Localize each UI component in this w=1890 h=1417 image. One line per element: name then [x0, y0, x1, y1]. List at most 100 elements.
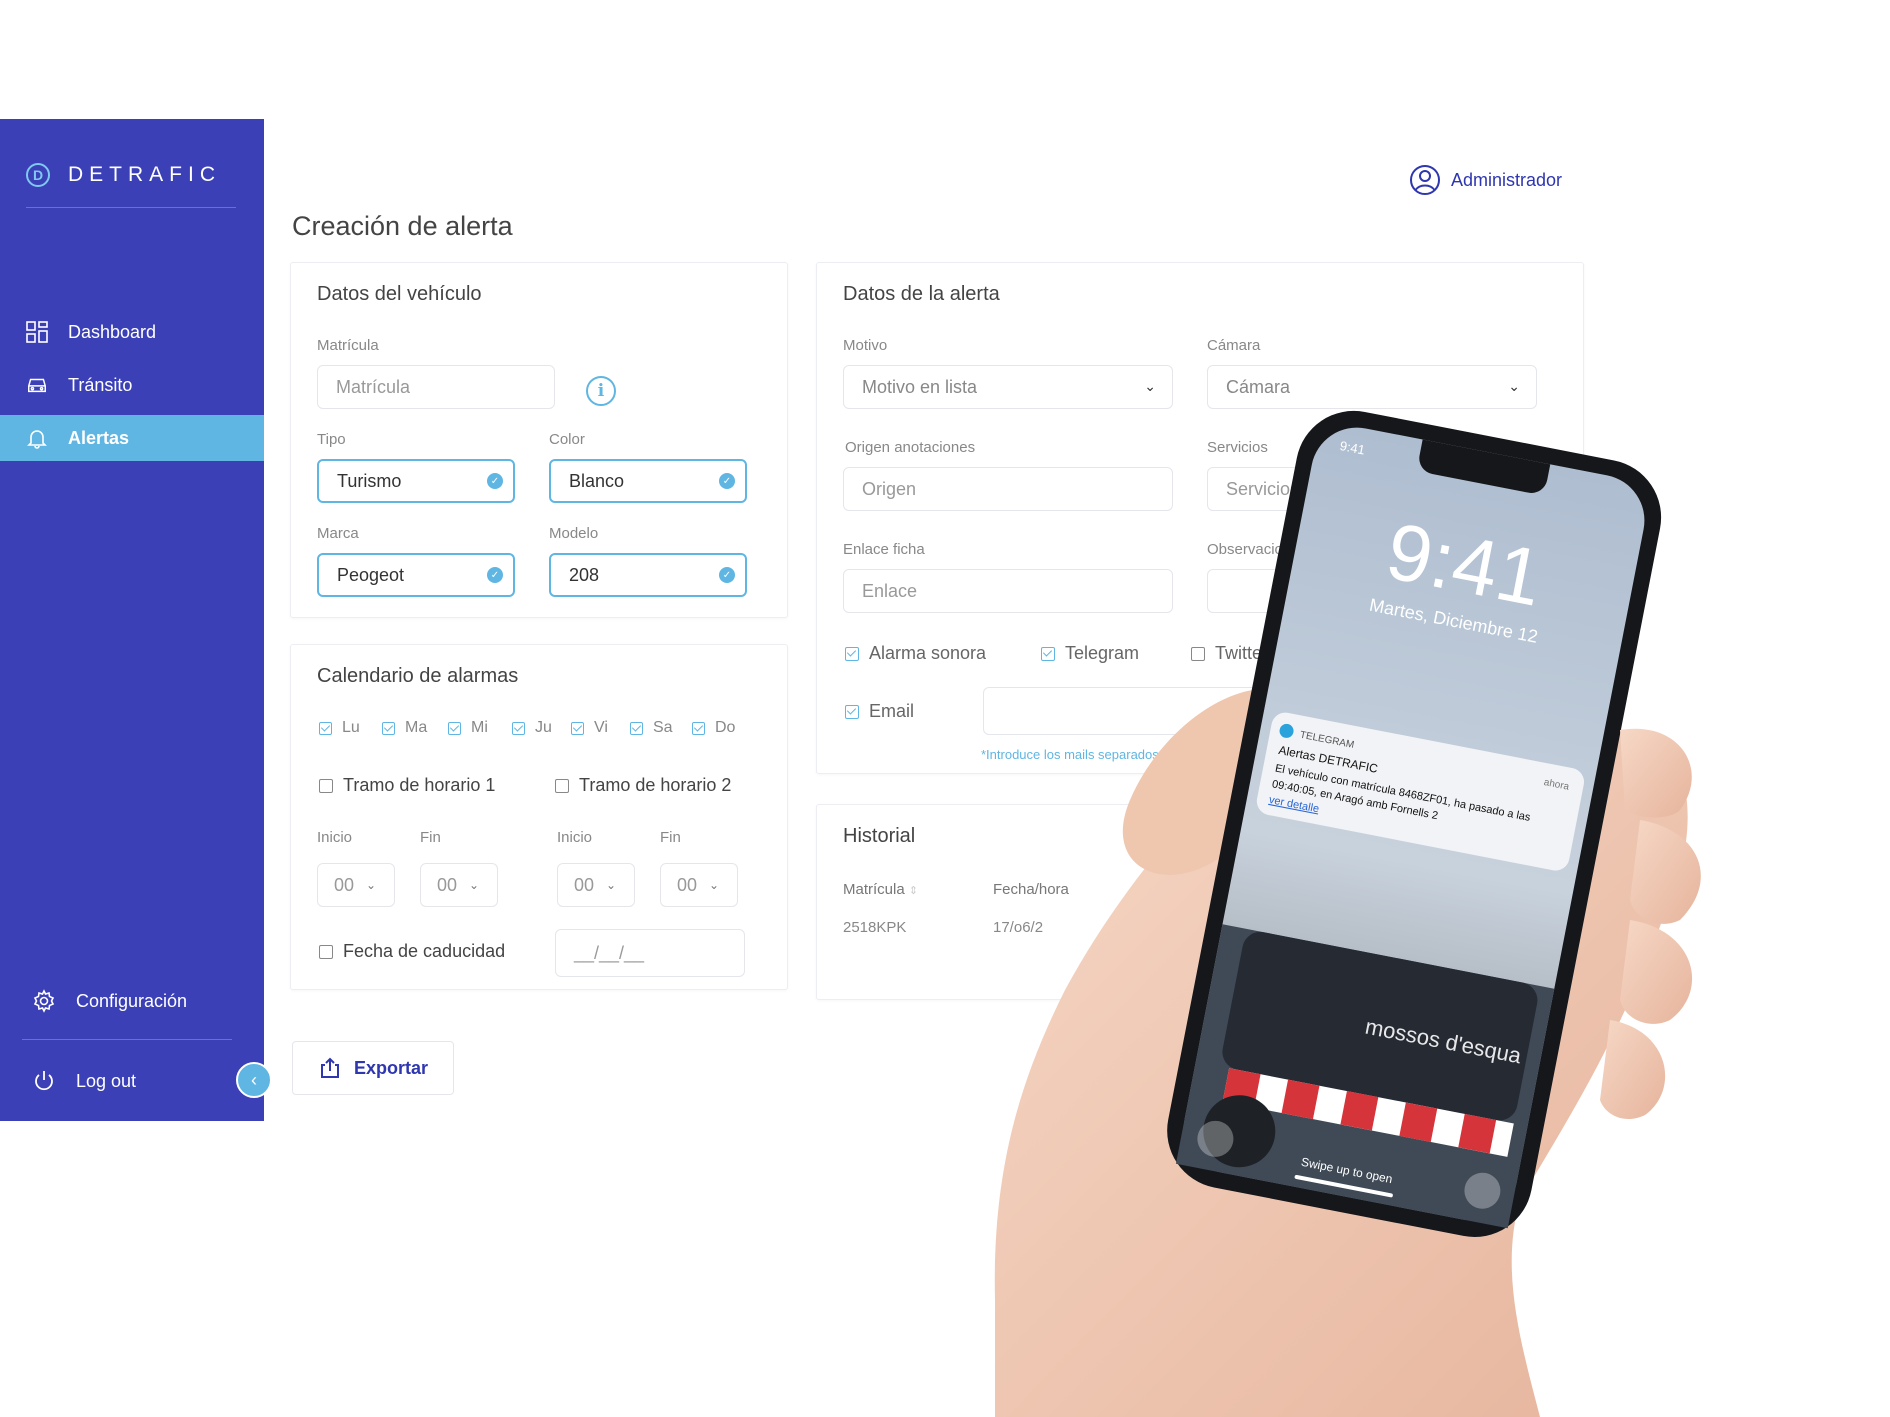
grid-icon	[26, 321, 48, 343]
export-label: Exportar	[353, 1057, 429, 1078]
slot1-start-select[interactable]: 00 ⌄	[317, 863, 395, 907]
checkbox-icon	[845, 646, 859, 661]
info-icon[interactable]: i	[586, 376, 616, 406]
chevron-down-icon: ⌄	[1508, 378, 1520, 394]
page-title: Creación de alerta	[292, 211, 513, 241]
color-select[interactable]: Blanco ✓	[549, 459, 747, 503]
telegram-checkbox[interactable]: Telegram	[1041, 643, 1139, 664]
user-menu[interactable]: Administrador	[1409, 164, 1562, 196]
plate-input[interactable]: Matrícula	[317, 365, 555, 409]
settings-label: Configuración	[76, 990, 188, 1011]
checkbox-icon	[319, 944, 333, 959]
brand[interactable]: D DETRAFIC	[26, 163, 221, 187]
color-label: Color	[549, 431, 585, 448]
history-card: Historial Matrícula ⇕ Fecha/hora 2518KPK…	[816, 804, 1584, 1000]
day-label: Ma	[405, 719, 428, 736]
email-input[interactable]	[983, 687, 1503, 735]
user-name: Administrador	[1451, 169, 1563, 190]
sort-icon: ⇕	[908, 885, 919, 897]
color-value: Blanco	[569, 470, 625, 491]
day-checkbox[interactable]: Ju	[512, 719, 552, 737]
day-checkbox[interactable]: Vi	[571, 719, 608, 737]
sidebar-item-transito[interactable]: Tránsito	[0, 362, 264, 408]
time-value: 00	[677, 874, 698, 895]
col-plate[interactable]: Matrícula ⇕	[843, 881, 918, 898]
brand-select[interactable]: Peogeot ✓	[317, 553, 515, 597]
slot2-start-select[interactable]: 00 ⌄	[557, 863, 635, 907]
services-input[interactable]: Servicios	[1207, 467, 1537, 511]
checkbox-icon	[319, 778, 333, 793]
twitter-label: Twitter	[1215, 643, 1269, 663]
collapse-sidebar-button[interactable]: ‹	[236, 1062, 272, 1098]
reason-select[interactable]: Motivo en lista ⌄	[843, 365, 1173, 409]
day-checkbox[interactable]: Mi	[448, 719, 488, 737]
origin-label: Origen anotaciones	[845, 439, 976, 456]
telegram-label: Telegram	[1065, 643, 1140, 663]
expiry-checkbox[interactable]: Fecha de caducidad	[319, 941, 505, 962]
sound-alarm-checkbox[interactable]: Alarma sonora	[845, 643, 986, 664]
col-datetime[interactable]: Fecha/hora	[993, 881, 1069, 898]
origin-input[interactable]: Origen	[843, 467, 1173, 511]
settings-link[interactable]: Configuración	[32, 989, 187, 1013]
day-checkbox[interactable]: Lu	[319, 719, 360, 737]
card-title: Datos de la alerta	[843, 283, 1000, 305]
logout-link[interactable]: Log out	[32, 1069, 136, 1093]
type-select[interactable]: Turismo ✓	[317, 459, 515, 503]
day-checkbox[interactable]: Do	[692, 719, 735, 737]
sidebar-item-label: Tránsito	[68, 374, 133, 395]
vehicle-card: Datos del vehículo Matrícula Matrícula T…	[290, 262, 788, 618]
email-checkbox[interactable]: Email	[845, 701, 914, 722]
camera-select[interactable]: Cámara ⌄	[1207, 365, 1537, 409]
chevron-down-icon: ⌄	[469, 878, 480, 892]
gear-icon	[33, 989, 55, 1013]
power-icon	[35, 1071, 53, 1091]
end-label: Fin	[420, 829, 441, 846]
sidebar-item-dashboard[interactable]: Dashboard	[0, 309, 264, 355]
slot1-checkbox[interactable]: Tramo de horario 1	[319, 775, 495, 796]
slot2-checkbox[interactable]: Tramo de horario 2	[555, 775, 731, 796]
home-indicator[interactable]	[1294, 1175, 1393, 1198]
slot2-end-select[interactable]: 00 ⌄	[660, 863, 738, 907]
link-label: Enlace ficha	[843, 541, 925, 558]
expiry-date-input[interactable]: __/__/__	[555, 929, 745, 977]
brand-label: Marca	[317, 525, 359, 542]
day-checkbox[interactable]: Sa	[630, 719, 673, 737]
camera-icon[interactable]	[1461, 1170, 1503, 1212]
camera-value: Cámara	[1226, 376, 1291, 397]
link-value: Enlace	[862, 580, 918, 601]
row-plate: 2518KPK	[843, 919, 907, 936]
slot1-end-select[interactable]: 00 ⌄	[420, 863, 498, 907]
checkbox-icon	[845, 704, 859, 719]
user-avatar-icon	[1410, 165, 1440, 195]
slot2-label: Tramo de horario 2	[579, 775, 732, 795]
sidebar-item-alertas[interactable]: Alertas	[0, 415, 264, 461]
notes-input[interactable]	[1207, 569, 1537, 613]
checkbox-icon	[448, 721, 461, 735]
checkbox-icon	[555, 778, 569, 793]
checkbox-icon	[692, 721, 705, 735]
check-icon: ✓	[487, 567, 503, 583]
reason-label: Motivo	[843, 337, 888, 354]
card-title: Datos del vehículo	[317, 283, 482, 305]
type-label: Tipo	[317, 431, 346, 448]
twitter-checkbox[interactable]: Twitter	[1191, 643, 1268, 664]
model-select[interactable]: 208 ✓	[549, 553, 747, 597]
export-button[interactable]: Exportar	[292, 1041, 454, 1095]
chevron-down-icon: ⌄	[606, 878, 617, 892]
email-hint: *Introduce los mails separados por co	[981, 747, 1199, 762]
type-value: Turismo	[337, 470, 402, 491]
chevron-left-icon: ‹	[251, 1069, 257, 1090]
flashlight-icon[interactable]	[1194, 1118, 1236, 1160]
checkbox-icon	[382, 721, 395, 735]
alert-card: Datos de la alerta Motivo Motivo en list…	[816, 262, 1584, 774]
time-value: 00	[437, 874, 458, 895]
link-input[interactable]: Enlace	[843, 569, 1173, 613]
check-icon: ✓	[719, 567, 735, 583]
time-value: 00	[334, 874, 355, 895]
brand-name: DETRAFIC	[68, 163, 221, 186]
upload-icon	[320, 1057, 339, 1078]
row-datetime: 17/o6/2	[993, 919, 1044, 936]
day-checkbox[interactable]: Ma	[382, 719, 427, 737]
checkbox-icon	[571, 721, 584, 735]
start-label: Inicio	[317, 829, 353, 846]
